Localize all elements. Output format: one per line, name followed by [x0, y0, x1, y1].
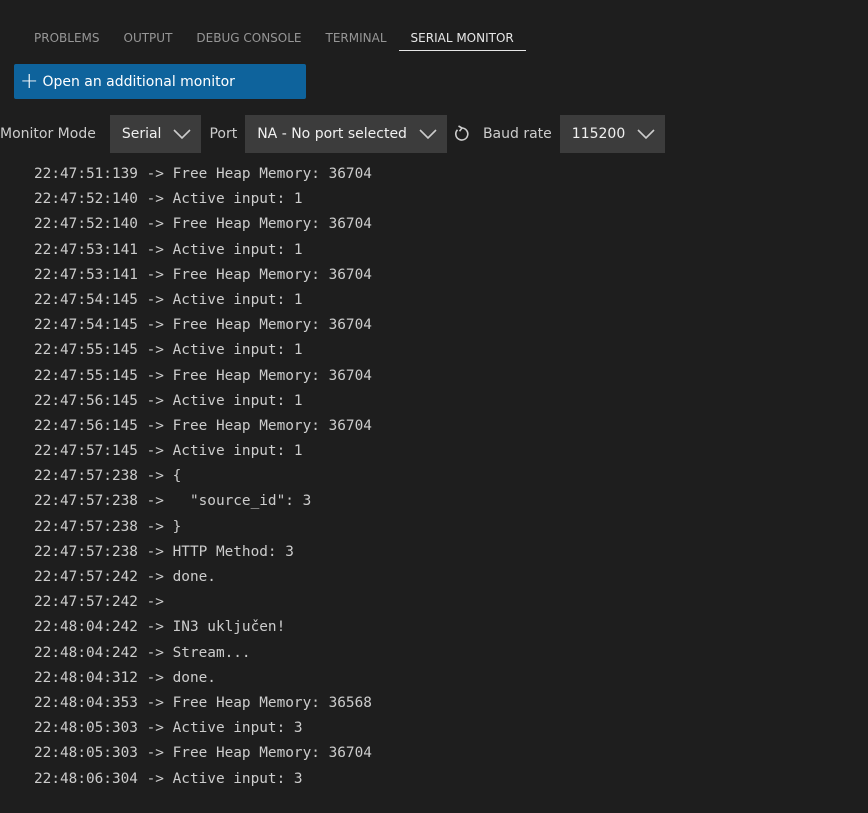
- log-line: 22:47:57:238 -> }: [34, 518, 182, 535]
- log-line: 22:47:56:145 -> Active input: 1: [34, 392, 303, 409]
- monitor-mode-select[interactable]: Serial: [109, 115, 202, 153]
- baud-rate-select[interactable]: 115200: [559, 115, 666, 153]
- log-line: 22:48:04:242 -> IN3 uključen!: [34, 619, 286, 636]
- port-select[interactable]: NA - No port selected: [245, 115, 447, 153]
- chevron-down-icon: [419, 129, 437, 140]
- log-line: 22:48:06:304 -> Active input: 3: [34, 770, 303, 787]
- tab-terminal[interactable]: TERMINAL: [314, 28, 399, 50]
- log-line: 22:47:52:140 -> Free Heap Memory: 36704: [34, 216, 372, 233]
- log-line: 22:48:04:312 -> done.: [34, 669, 216, 686]
- log-line: 22:47:57:238 -> {: [34, 468, 182, 485]
- log-line: 22:48:05:303 -> Active input: 3: [34, 720, 303, 737]
- monitor-mode-value: Serial: [121, 126, 162, 142]
- log-line: 22:47:57:238 -> "source_id": 3: [34, 493, 312, 510]
- serial-output-log[interactable]: 22:47:51:139 -> Free Heap Memory: 36704 2…: [34, 162, 372, 792]
- monitor-mode-label: Monitor Mode: [0, 126, 96, 142]
- chevron-down-icon: [173, 129, 192, 140]
- log-line: 22:47:51:139 -> Free Heap Memory: 36704: [34, 166, 372, 182]
- plus-icon: +: [20, 68, 39, 94]
- log-line: 22:48:04:353 -> Free Heap Memory: 36568: [34, 694, 372, 711]
- log-line: 22:47:53:141 -> Active input: 1: [34, 241, 303, 258]
- monitor-controls: Monitor Mode Serial Port NA - No port se…: [0, 115, 868, 153]
- log-line: 22:48:05:303 -> Free Heap Memory: 36704: [34, 745, 372, 762]
- log-line: 22:47:57:242 -> done.: [34, 569, 216, 585]
- baud-rate-label: Baud rate: [482, 126, 552, 142]
- baud-rate-value: 115200: [571, 126, 626, 142]
- log-line: 22:47:54:145 -> Free Heap Memory: 36704: [34, 317, 372, 334]
- log-line: 22:47:54:145 -> Active input: 1: [34, 291, 303, 308]
- log-line: 22:47:55:145 -> Free Heap Memory: 36704: [34, 367, 372, 384]
- open-additional-monitor-button[interactable]: + Open an additional monitor: [14, 64, 306, 99]
- log-line: 22:47:55:145 -> Active input: 1: [34, 342, 303, 359]
- log-line: 22:47:56:145 -> Free Heap Memory: 36704: [34, 417, 372, 434]
- tab-problems[interactable]: PROBLEMS: [22, 28, 112, 50]
- log-line: 22:47:57:242 ->: [34, 594, 164, 611]
- log-line: 22:47:57:145 -> Active input: 1: [34, 443, 303, 460]
- tab-debug-console[interactable]: DEBUG CONSOLE: [184, 28, 313, 50]
- log-line: 22:48:04:242 -> Stream...: [34, 644, 251, 661]
- chevron-down-icon: [637, 129, 655, 140]
- port-value: NA - No port selected: [257, 126, 407, 142]
- port-label: Port: [209, 126, 238, 142]
- log-line: 22:47:52:140 -> Active input: 1: [34, 191, 303, 208]
- log-line: 22:47:57:238 -> HTTP Method: 3: [34, 543, 294, 560]
- tab-output[interactable]: OUTPUT: [112, 28, 185, 50]
- tab-serial-monitor[interactable]: SERIAL MONITOR: [398, 28, 526, 51]
- log-line: 22:47:53:141 -> Free Heap Memory: 36704: [34, 266, 372, 283]
- open-additional-monitor-label: Open an additional monitor: [42, 73, 235, 90]
- panel-tabs: PROBLEMS OUTPUT DEBUG CONSOLE TERMINAL S…: [22, 28, 526, 58]
- refresh-icon[interactable]: [453, 125, 471, 143]
